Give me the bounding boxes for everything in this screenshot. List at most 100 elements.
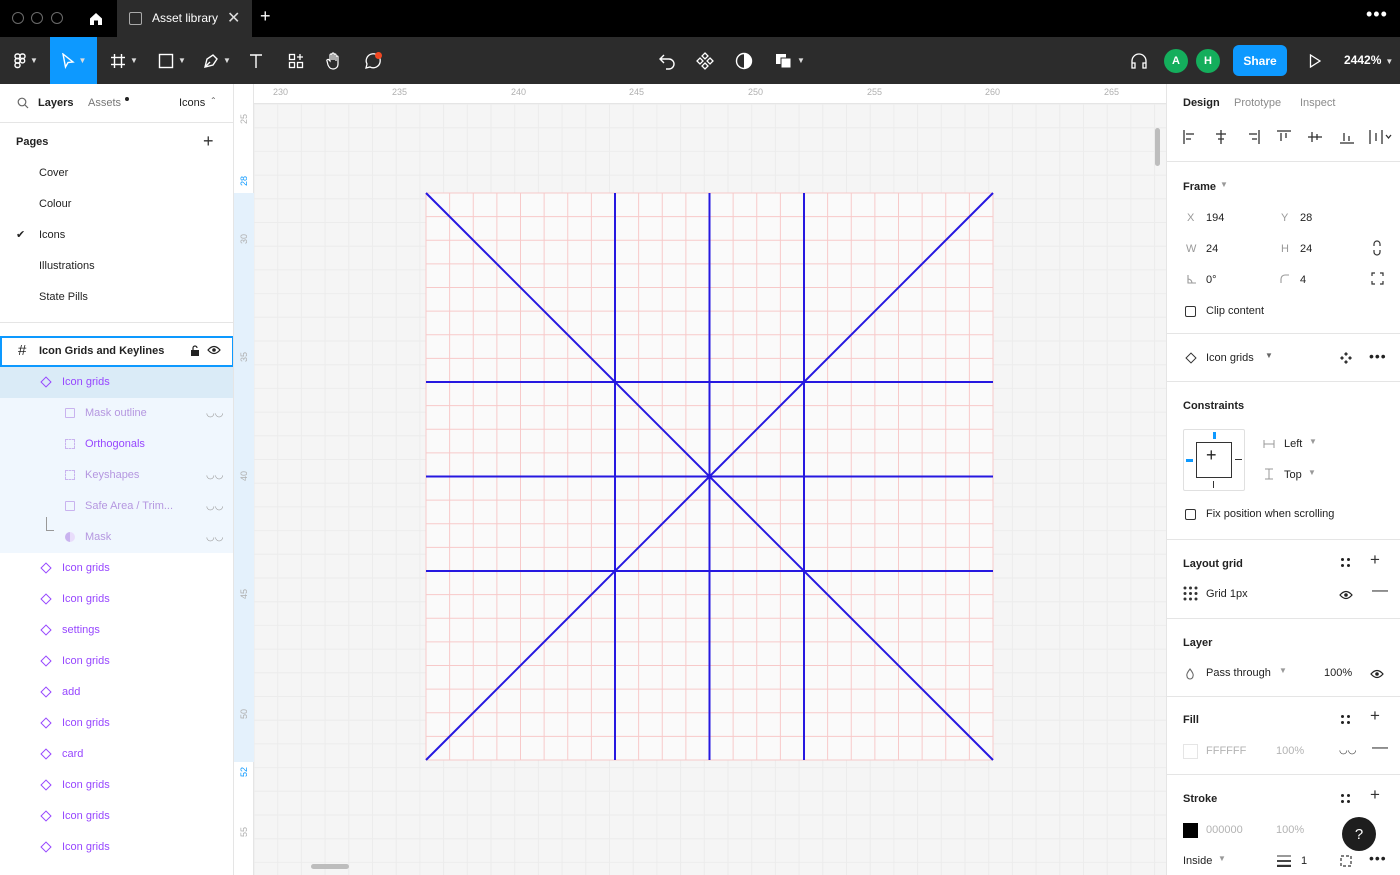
window-zoom-dot[interactable] [51, 12, 63, 24]
grid-icon[interactable] [1183, 586, 1198, 601]
eye-icon[interactable] [1339, 590, 1353, 600]
constraints-widget[interactable]: + [1183, 429, 1245, 491]
chevron-down-icon[interactable]: ▼ [1265, 351, 1273, 360]
section-title[interactable]: Frame [1183, 181, 1216, 193]
component-button[interactable] [692, 37, 718, 84]
file-tab[interactable]: Asset library ✕ [117, 0, 252, 37]
layer-name[interactable]: Icon grids [62, 717, 110, 729]
avatar[interactable]: A [1164, 49, 1188, 73]
eye-closed-icon[interactable]: ◡◡ [206, 501, 223, 512]
frame-layer-row[interactable]: # Icon Grids and Keylines [0, 336, 233, 367]
constrain-proportions-icon[interactable] [1372, 240, 1382, 256]
independent-corners-icon[interactable] [1371, 272, 1384, 285]
eye-icon[interactable] [207, 345, 221, 355]
align-horizontal-center-icon[interactable] [1214, 130, 1228, 144]
add-page-button[interactable]: + [203, 131, 214, 152]
constraint-top-handle[interactable] [1213, 432, 1216, 439]
tab-prototype[interactable]: Prototype [1234, 97, 1281, 109]
share-button[interactable]: Share [1233, 45, 1287, 76]
stroke-hex-input[interactable]: 000000 [1206, 824, 1243, 836]
resources-tool-button[interactable] [283, 37, 309, 84]
tab-assets[interactable]: Assets [88, 97, 121, 109]
shape-tool-button[interactable]: ▼ [152, 37, 192, 84]
page-item[interactable]: State Pills [39, 291, 88, 303]
layer-opacity-input[interactable]: 100% [1324, 667, 1352, 679]
comment-tool-button[interactable] [360, 37, 386, 84]
avatar[interactable]: H [1196, 49, 1220, 73]
present-button[interactable] [1303, 37, 1327, 84]
window-close-dot[interactable] [12, 12, 24, 24]
mask-button[interactable] [731, 37, 757, 84]
more-options-icon[interactable]: ••• [1369, 850, 1387, 866]
align-left-icon[interactable] [1183, 130, 1197, 144]
tab-design[interactable]: Design [1183, 97, 1220, 109]
tab-layers[interactable]: Layers [38, 97, 73, 109]
chevron-down-icon[interactable]: ▼ [1220, 180, 1228, 189]
more-icon[interactable]: ••• [1366, 4, 1388, 25]
stroke-sides-icon[interactable] [1339, 854, 1353, 868]
layer-name[interactable]: settings [62, 624, 100, 636]
horizontal-constraint-select[interactable]: Left [1284, 438, 1302, 450]
layer-name[interactable]: Safe Area / Trim... [85, 500, 173, 512]
vertical-scrollbar[interactable] [1155, 128, 1160, 166]
add-layout-grid-button[interactable]: + [1370, 550, 1380, 570]
canvas[interactable]: 230 235 240 245 250 255 260 265 25 28 30… [234, 84, 1166, 875]
add-stroke-button[interactable]: + [1370, 785, 1380, 805]
window-minimize-dot[interactable] [31, 12, 43, 24]
constraint-right-handle[interactable] [1235, 459, 1242, 460]
remove-fill-button[interactable]: — [1372, 739, 1388, 757]
home-tab[interactable] [76, 0, 116, 37]
constraint-left-handle[interactable] [1186, 459, 1193, 462]
new-tab-button[interactable]: + [260, 6, 271, 27]
audio-button[interactable] [1126, 37, 1152, 84]
fill-styles-icon[interactable] [1341, 715, 1351, 725]
layer-name[interactable]: card [62, 748, 83, 760]
layer-name[interactable]: Icon grids [62, 779, 110, 791]
page-item-current[interactable]: Icons [39, 229, 65, 241]
distribute-icon[interactable] [1369, 130, 1393, 144]
stroke-weight-input[interactable]: 1 [1301, 855, 1307, 867]
zoom-dropdown[interactable]: 2442% ▼ [1344, 53, 1393, 67]
page-item[interactable]: Illustrations [39, 260, 95, 272]
stroke-position-select[interactable]: Inside [1183, 855, 1212, 867]
page-item[interactable]: Cover [39, 167, 68, 179]
layer-name[interactable]: Icon grids [62, 841, 110, 853]
more-options-icon[interactable]: ••• [1369, 348, 1387, 364]
layer-name[interactable]: Icon grids [62, 810, 110, 822]
vertical-constraint-select[interactable]: Top [1284, 469, 1302, 481]
stroke-color-swatch[interactable] [1183, 823, 1198, 838]
fill-color-swatch[interactable] [1183, 744, 1198, 759]
unlock-icon[interactable] [190, 345, 200, 357]
blend-mode-select[interactable]: Pass through [1206, 667, 1271, 679]
align-bottom-icon[interactable] [1340, 130, 1354, 144]
fill-opacity-input[interactable]: 100% [1276, 745, 1304, 757]
horizontal-scrollbar[interactable] [311, 864, 349, 869]
go-to-main-component-icon[interactable] [1340, 352, 1352, 364]
tab-inspect[interactable]: Inspect [1300, 97, 1335, 109]
x-input[interactable]: 194 [1206, 212, 1224, 224]
eye-closed-icon[interactable]: ◡◡ [1339, 745, 1356, 756]
layer-name[interactable]: Mask [85, 531, 111, 543]
close-tab-icon[interactable]: ✕ [227, 8, 240, 28]
width-input[interactable]: 24 [1206, 243, 1218, 255]
fill-hex-input[interactable]: FFFFFF [1206, 745, 1246, 757]
help-button[interactable]: ? [1342, 817, 1376, 851]
grid-styles-icon[interactable] [1341, 558, 1351, 568]
align-top-icon[interactable] [1277, 130, 1291, 144]
remove-layout-grid-button[interactable]: — [1372, 582, 1388, 600]
clip-content-checkbox[interactable] [1185, 306, 1196, 317]
corner-radius-input[interactable]: 4 [1300, 274, 1306, 286]
search-icon[interactable] [17, 97, 29, 109]
eye-icon[interactable] [1370, 669, 1384, 679]
layer-name[interactable]: Keyshapes [85, 469, 139, 481]
pen-tool-button[interactable]: ▼ [197, 37, 237, 84]
constraint-bottom-handle[interactable] [1213, 481, 1214, 488]
layer-name[interactable]: Mask outline [85, 407, 147, 419]
rotation-input[interactable]: 0° [1206, 274, 1217, 286]
layer-name[interactable]: Icon grids [62, 376, 110, 388]
component-name[interactable]: Icon grids [1206, 352, 1254, 364]
eye-closed-icon[interactable]: ◡◡ [206, 470, 223, 481]
frame-tool-button[interactable]: ▼ [104, 37, 144, 84]
stroke-styles-icon[interactable] [1341, 794, 1351, 804]
add-fill-button[interactable]: + [1370, 706, 1380, 726]
